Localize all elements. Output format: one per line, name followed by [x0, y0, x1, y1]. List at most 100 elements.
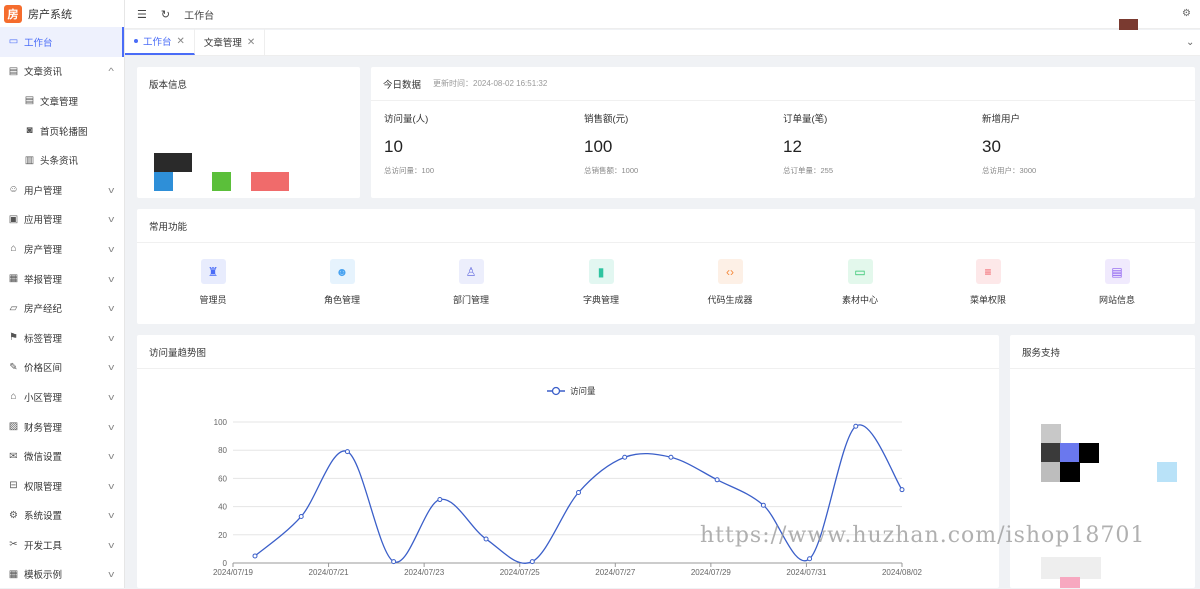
sidebar-item[interactable]: ▦ 模板示例 v — [0, 560, 124, 589]
function-item[interactable]: ‹› 代码生成器 — [685, 259, 775, 306]
sidebar-item[interactable]: ✉ 微信设置 v — [0, 441, 124, 471]
sidebar-item-label: 标签管理 — [24, 333, 63, 345]
close-icon[interactable]: ✕ — [177, 36, 185, 47]
y-tick-label: 60 — [218, 474, 227, 483]
stat-value: 12 — [783, 137, 802, 156]
gear-icon: ⚙ — [9, 509, 18, 521]
function-item[interactable]: ☻ 角色管理 — [297, 259, 387, 306]
sidebar-item[interactable]: ▤ 文章管理 — [0, 86, 124, 116]
user-icon: ☺ — [8, 184, 19, 196]
stat-label: 销售额(元) — [584, 114, 629, 125]
function-label: 代码生成器 — [707, 295, 753, 305]
stat-total: 总访问量：100 — [384, 166, 435, 175]
x-tick-label: 2024/07/23 — [404, 568, 445, 577]
camera-icon: ◙ — [26, 125, 33, 137]
sidebar-item[interactable]: ▥ 头条资讯 — [0, 145, 124, 175]
y-tick-label: 80 — [218, 446, 227, 455]
sidebar-item-label: 头条资讯 — [40, 156, 79, 168]
grid-icon: ▦ — [8, 568, 19, 580]
role-icon: ☻ — [329, 259, 355, 284]
data-point — [391, 559, 397, 565]
data-point — [344, 449, 350, 455]
today-data-card: 今日数据 更新时间：2024-08-02 16:51:32 访问量(人) 10 … — [371, 67, 1195, 198]
report-icon: ▦ — [8, 273, 19, 285]
data-point — [576, 490, 581, 495]
sidebar-item-label: 文章管理 — [40, 96, 79, 108]
chevron-down-icon: v — [107, 362, 114, 373]
chart-icon: ▨ — [8, 421, 19, 433]
data-point — [807, 556, 813, 562]
sidebar-item[interactable]: ▦ 举报管理 v — [0, 264, 124, 294]
sidebar-item[interactable]: ✂ 开发工具 v — [0, 530, 124, 560]
function-item[interactable]: ≡ 菜单权限 — [943, 259, 1033, 306]
sidebar-item[interactable]: ☺ 用户管理 v — [0, 175, 124, 205]
sidebar-item-label: 举报管理 — [24, 274, 63, 286]
sidebar-item-label: 文章资讯 — [24, 67, 63, 79]
tabs-bar: 工作台 ✕ 文章管理 ✕ — [125, 29, 1200, 56]
home-icon: ⌂ — [10, 391, 17, 403]
close-icon[interactable]: ✕ — [247, 37, 255, 48]
app-title: 房产系统 — [28, 8, 72, 21]
data-point — [437, 497, 443, 503]
sidebar-item-label: 房产经纪 — [24, 304, 63, 316]
sidebar-item[interactable]: ▱ 房产经纪 v — [0, 293, 124, 323]
sidebar-item[interactable]: ⊟ 权限管理 v — [0, 471, 124, 501]
function-item[interactable]: ▤ 网站信息 — [1072, 259, 1162, 306]
function-item[interactable]: ▮ 字典管理 — [556, 259, 646, 306]
sidebar-item[interactable]: ▣ 应用管理 v — [0, 205, 124, 235]
chevron-down-icon: v — [107, 480, 114, 491]
refresh-icon[interactable]: ↻ — [161, 8, 170, 21]
function-item[interactable]: ♙ 部门管理 — [426, 259, 516, 306]
dictionary-icon: ▮ — [588, 259, 614, 284]
stat-label: 新增用户 — [982, 114, 1021, 125]
function-label: 素材中心 — [841, 295, 878, 305]
function-item[interactable]: ♜ 管理员 — [168, 259, 258, 306]
menu-permission-icon: ≡ — [975, 259, 1001, 284]
qr-block — [1041, 462, 1061, 482]
chevron-down-icon: v — [107, 273, 114, 284]
chevron-down-icon[interactable]: ⌄ — [1186, 37, 1194, 48]
qr-block — [1060, 577, 1080, 588]
stat-orders: 订单量(笔) 12 总订单量：255 — [783, 111, 833, 176]
update-time: 更新时间：2024-08-02 16:51:32 — [433, 79, 548, 88]
sidebar-item-label: 用户管理 — [24, 185, 63, 197]
stat-label: 访问量(人) — [384, 114, 429, 125]
sidebar-item[interactable]: ◙ 首页轮播图 — [0, 116, 124, 146]
visit-trend-chart: 0 20 40 60 80 100 2024/07/19 2024/07/21 2024/07/… — [213, 386, 923, 577]
stat-visits: 访问量(人) 10 总访问量：100 — [384, 111, 434, 176]
sidebar-item[interactable]: ⌂ 小区管理 v — [0, 382, 124, 412]
message-icon: ▤ — [8, 65, 19, 77]
card-title: 今日数据 更新时间：2024-08-02 16:51:32 — [371, 67, 1195, 101]
menu-toggle-icon[interactable]: ☰ — [137, 8, 147, 21]
function-label: 管理员 — [199, 295, 227, 305]
function-label: 部门管理 — [452, 295, 489, 305]
sidebar-item[interactable]: ⌂ 房产管理 v — [0, 234, 124, 264]
app-icon: ▣ — [8, 213, 19, 225]
sidebar-item-label: 开发工具 — [24, 540, 63, 552]
sidebar-item[interactable]: ⚙ 系统设置 v — [0, 501, 124, 531]
chevron-down-icon: v — [107, 539, 114, 550]
stat-new-users: 新增用户 30 总访用户：3000 — [982, 111, 1036, 176]
sidebar-item-label: 权限管理 — [24, 481, 63, 493]
sidebar-item[interactable]: ▤ 文章资讯 ^ — [0, 57, 124, 87]
stat-total: 总访用户：3000 — [982, 166, 1037, 175]
data-point — [483, 536, 489, 542]
settings-icon[interactable]: ⚙ — [1182, 8, 1191, 19]
sidebar-item[interactable]: ⚑ 标签管理 v — [0, 323, 124, 353]
sidebar-item[interactable]: ▨ 财务管理 v — [0, 412, 124, 442]
function-item[interactable]: ▭ 素材中心 — [815, 259, 905, 306]
stat-value: 10 — [384, 137, 403, 156]
sidebar-item[interactable]: ▭ 工作台 — [0, 27, 124, 57]
chevron-down-icon: v — [107, 569, 114, 580]
breadcrumb: 工作台 — [184, 10, 215, 22]
tab-workbench[interactable]: 工作台 ✕ — [125, 29, 195, 55]
legend-marker — [551, 386, 561, 396]
data-point — [252, 553, 258, 559]
app-logo[interactable]: 房 房产系统 — [0, 0, 124, 27]
data-point — [853, 423, 859, 429]
tab-article-management[interactable]: 文章管理 ✕ — [195, 29, 266, 55]
admin-icon: ♜ — [200, 259, 226, 284]
sidebar-item[interactable]: ✎ 价格区间 v — [0, 353, 124, 383]
x-tick-label: 2024/07/21 — [309, 568, 350, 577]
chevron-down-icon: v — [107, 510, 114, 521]
